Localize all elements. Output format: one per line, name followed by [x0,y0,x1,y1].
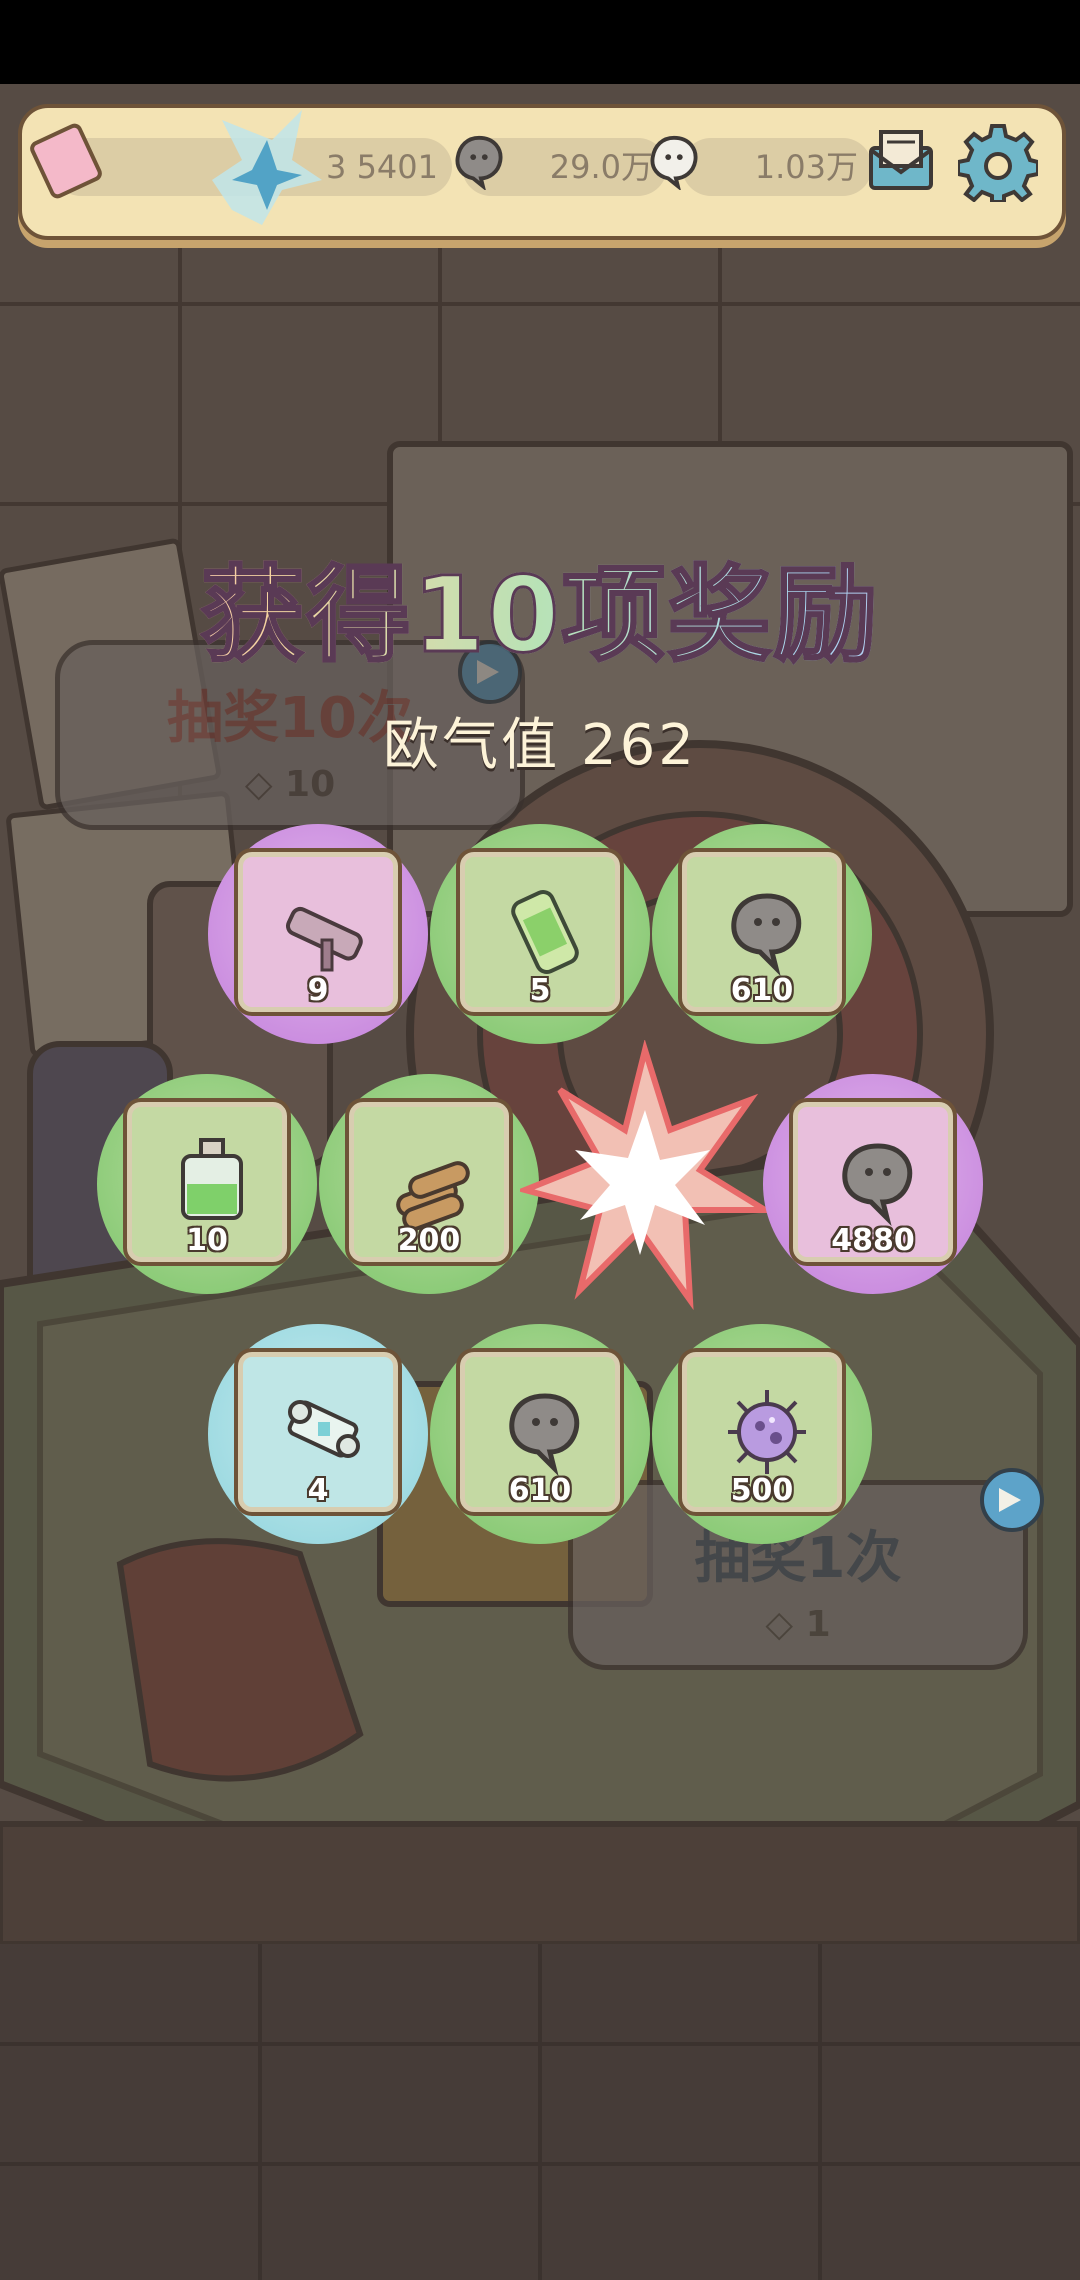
gear-icon[interactable] [958,122,1038,202]
reward-item[interactable]: 9 [208,824,428,1044]
reward-item[interactable]: 610 [652,824,872,1044]
burst-effect-icon [520,1040,770,1311]
reward-quantity: 4880 [831,1223,915,1258]
reward-quantity: 610 [730,973,794,1008]
potion-bottle-icon [181,1138,243,1220]
reward-item[interactable]: 5 [430,824,650,1044]
soul-counter: 1.03万 [682,138,872,196]
status-bar [0,0,1080,84]
reward-item[interactable]: 200 [319,1074,539,1294]
luck-value-text: 欧气值 262 [383,713,697,778]
reward-quantity: 10 [186,1223,228,1258]
draw-1-arrow-icon[interactable] [980,1468,1044,1532]
reward-quantity: 200 [397,1223,461,1258]
reward-item[interactable]: 4880 [763,1074,983,1294]
reward-quantity: 500 [730,1473,794,1508]
ghost-soul-icon [509,1393,580,1477]
reward-item[interactable]: 4 [208,1324,428,1544]
soul-icon [650,135,698,190]
virus-germ-icon [728,1390,806,1474]
reward-quantity: 610 [508,1473,572,1508]
sparkle-effect-icon [212,110,322,225]
reward-item[interactable]: 10 [97,1074,317,1294]
reward-quantity: 4 [307,1473,329,1508]
reward-item[interactable]: 500 [652,1324,872,1544]
scroll-icon [287,1400,360,1458]
cannon-icon [285,906,363,972]
reward-quantity: 5 [529,973,551,1008]
reward-title: 获得10项奖励 [0,530,1080,681]
mail-icon[interactable] [865,126,937,192]
reward-quantity: 9 [307,973,329,1008]
glass-tube-icon [511,889,579,975]
reward-item[interactable]: 610 [430,1324,650,1544]
ghost-soul-icon [842,1143,913,1227]
ghost-icon [455,135,503,190]
wood-logs-icon [396,1161,470,1231]
ghost-soul-icon [731,893,802,977]
